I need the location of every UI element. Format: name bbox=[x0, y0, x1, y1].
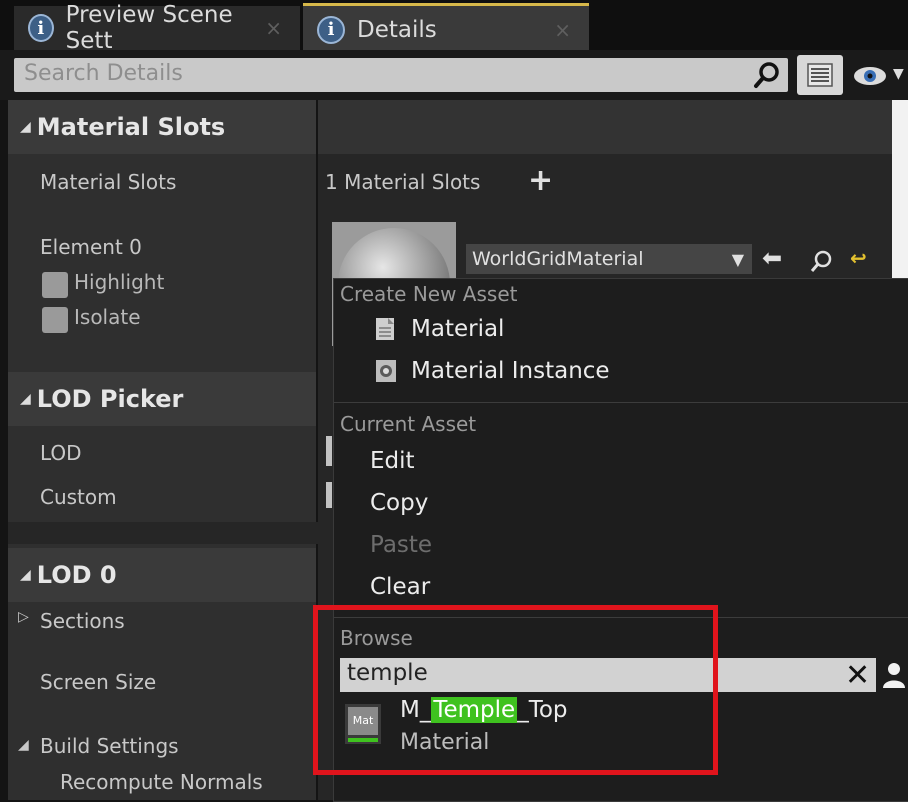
menu-item-label: Material bbox=[411, 316, 505, 342]
menu-item-clear[interactable]: Clear bbox=[370, 574, 430, 600]
tab-preview-scene-settings[interactable]: i Preview Scene Sett × bbox=[14, 2, 300, 54]
expand-triangle-icon[interactable]: ◢ bbox=[18, 737, 29, 753]
browse-search-icon[interactable] bbox=[808, 248, 834, 274]
menu-item-edit[interactable]: Edit bbox=[370, 448, 415, 474]
tab-details[interactable]: i Details × bbox=[303, 3, 589, 53]
material-instance-icon bbox=[376, 360, 396, 382]
menu-item-material-instance[interactable]: Material Instance bbox=[375, 358, 610, 384]
menu-item-copy[interactable]: Copy bbox=[370, 490, 428, 516]
sections-label: Sections bbox=[40, 609, 125, 633]
highlight-checkbox[interactable] bbox=[42, 271, 68, 298]
chevron-down-icon[interactable]: ▼ bbox=[893, 66, 904, 82]
expand-triangle-icon: ◢ bbox=[20, 567, 31, 583]
custom-checkbox[interactable] bbox=[326, 482, 332, 508]
reset-arrow-icon[interactable]: ↩ bbox=[850, 246, 867, 270]
spacer bbox=[8, 522, 318, 544]
category-title: LOD Picker bbox=[36, 385, 184, 413]
category-title: LOD 0 bbox=[36, 561, 117, 589]
category-header-fill bbox=[318, 100, 892, 154]
use-selected-arrow-icon[interactable]: ⬅ bbox=[762, 244, 782, 272]
isolate-checkbox[interactable] bbox=[42, 306, 68, 333]
collapsed-triangle-icon[interactable]: ▷ bbox=[18, 609, 29, 625]
recompute-normals-label: Recompute Normals bbox=[60, 770, 263, 794]
lod-label: LOD bbox=[40, 441, 82, 465]
separator bbox=[334, 402, 908, 403]
expand-triangle-icon: ◢ bbox=[20, 391, 31, 407]
view-options-button[interactable] bbox=[797, 55, 843, 95]
material-slots-label: Material Slots bbox=[40, 170, 177, 194]
menu-item-material[interactable]: Material bbox=[375, 316, 504, 342]
list-icon bbox=[807, 63, 833, 87]
material-name: WorldGridMaterial bbox=[472, 248, 644, 270]
menu-item-paste[interactable]: Paste bbox=[370, 532, 432, 558]
category-lod0[interactable]: ◢ LOD 0 bbox=[8, 548, 316, 602]
material-slots-count: 1 Material Slots bbox=[325, 170, 481, 194]
tab-label: Preview Scene Sett bbox=[65, 2, 233, 54]
build-settings-label: Build Settings bbox=[40, 734, 179, 758]
category-material-slots[interactable]: ◢ Material Slots bbox=[8, 100, 316, 154]
highlight-label: Highlight bbox=[74, 270, 165, 294]
search-placeholder: Search Details bbox=[24, 61, 183, 86]
close-icon[interactable]: × bbox=[554, 18, 571, 42]
close-icon[interactable]: × bbox=[265, 16, 282, 40]
add-material-slot-button[interactable]: + bbox=[528, 163, 553, 198]
isolate-label: Isolate bbox=[74, 305, 141, 329]
tab-label: Details bbox=[357, 16, 437, 43]
category-title: Material Slots bbox=[36, 113, 226, 141]
material-combo[interactable]: WorldGridMaterial ▼ bbox=[466, 244, 752, 274]
info-icon: i bbox=[317, 15, 345, 44]
highlight-checkbox-row[interactable]: Highlight bbox=[42, 270, 164, 298]
custom-label: Custom bbox=[40, 485, 117, 509]
search-icon[interactable] bbox=[752, 60, 782, 90]
material-asset-icon bbox=[376, 318, 394, 340]
clear-search-icon[interactable]: ✕ bbox=[845, 658, 870, 693]
lod-combo[interactable] bbox=[326, 436, 332, 466]
person-icon[interactable] bbox=[881, 661, 907, 689]
element-label: Element 0 bbox=[40, 235, 142, 259]
highlight-annotation-box bbox=[313, 605, 718, 775]
eye-icon[interactable] bbox=[852, 62, 892, 90]
menu-item-label: Material Instance bbox=[411, 358, 610, 384]
scrollbar[interactable] bbox=[892, 100, 908, 280]
chevron-down-icon: ▼ bbox=[731, 249, 744, 269]
info-icon: i bbox=[28, 14, 54, 42]
screen-size-label: Screen Size bbox=[40, 670, 157, 694]
create-new-asset-header: Create New Asset bbox=[340, 282, 518, 306]
category-lod-picker[interactable]: ◢ LOD Picker bbox=[8, 372, 316, 426]
isolate-checkbox-row[interactable]: Isolate bbox=[42, 305, 141, 333]
current-asset-header: Current Asset bbox=[340, 412, 477, 436]
expand-triangle-icon: ◢ bbox=[20, 119, 31, 135]
